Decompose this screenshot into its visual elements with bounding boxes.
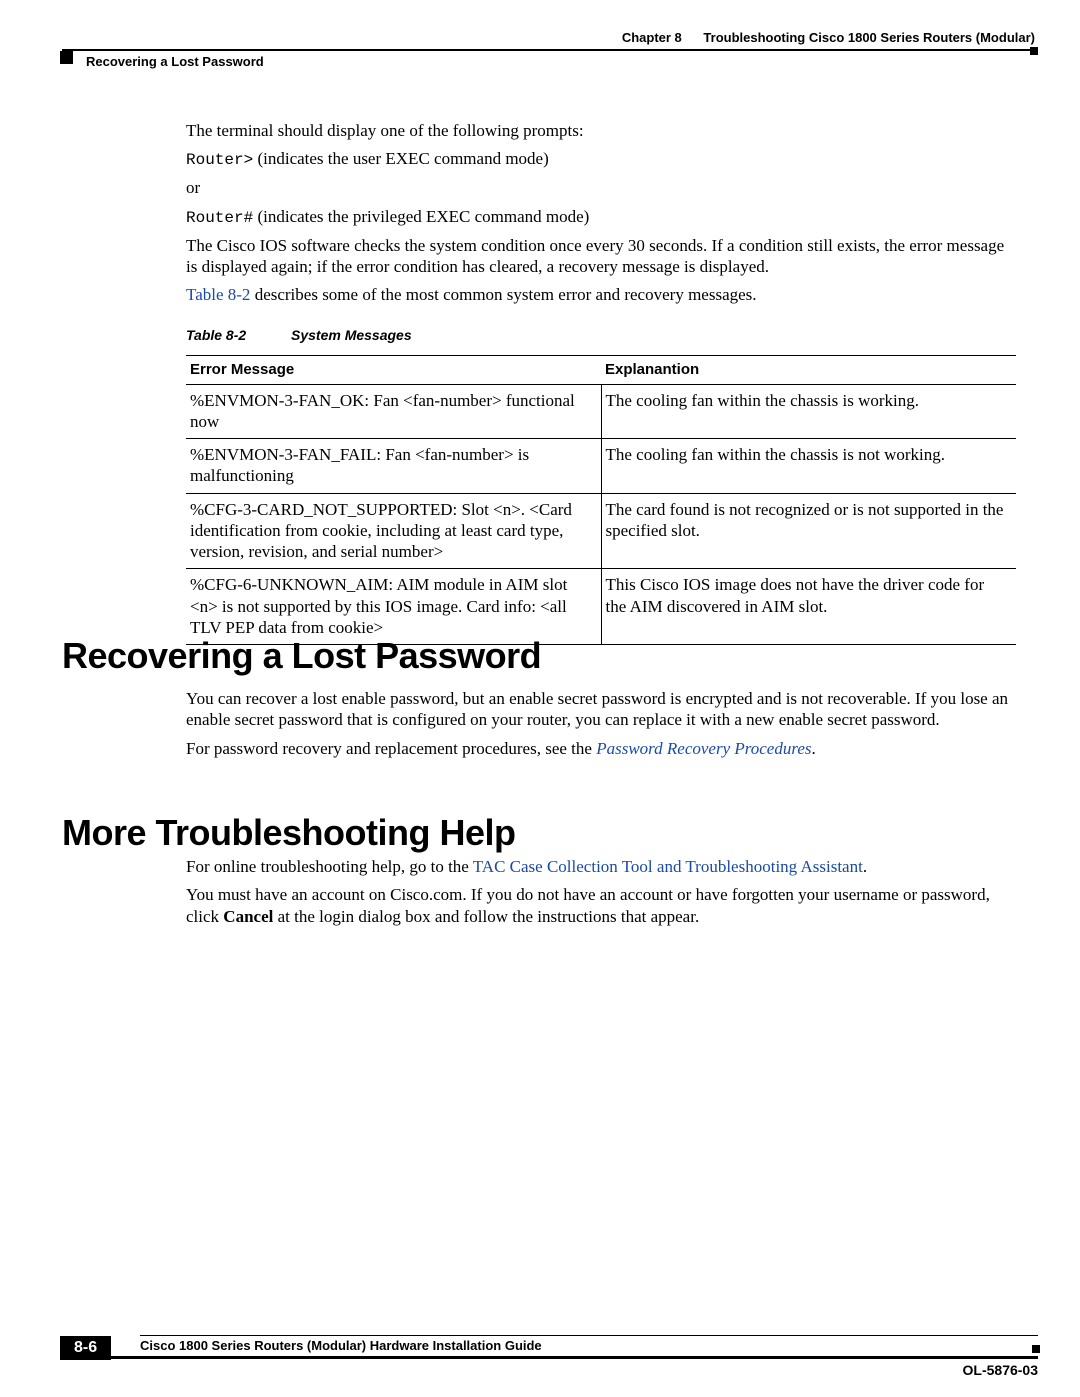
corner-marker-icon	[60, 1352, 68, 1360]
guide-title: Cisco 1800 Series Routers (Modular) Hard…	[140, 1336, 1038, 1356]
paragraph: You must have an account on Cisco.com. I…	[186, 884, 1016, 927]
running-footer: Cisco 1800 Series Routers (Modular) Hard…	[60, 1335, 1038, 1359]
paragraph: For password recovery and replacement pr…	[186, 738, 1016, 759]
code-text: Router>	[186, 151, 253, 169]
tac-tool-link[interactable]: TAC Case Collection Tool and Troubleshoo…	[473, 857, 863, 876]
bold-text: Cancel	[223, 907, 273, 926]
paragraph: Router> (indicates the user EXEC command…	[186, 148, 1016, 170]
code-text: Router#	[186, 209, 253, 227]
system-messages-table: Error Message Explanantion %ENVMON-3-FAN…	[186, 355, 1016, 645]
paragraph: The terminal should display one of the f…	[186, 120, 1016, 141]
document-id: OL-5876-03	[963, 1362, 1038, 1378]
paragraph: Router# (indicates the privileged EXEC c…	[186, 206, 1016, 228]
table-row: %CFG-3-CARD_NOT_SUPPORTED: Slot <n>. <Ca…	[186, 493, 1016, 569]
section-body: You can recover a lost enable password, …	[186, 688, 1016, 766]
section-marker-icon	[60, 51, 73, 64]
corner-marker-icon	[1030, 47, 1038, 55]
table-row: %CFG-6-UNKNOWN_AIM: AIM module in AIM sl…	[186, 569, 1016, 645]
breadcrumb: Recovering a Lost Password	[86, 54, 1035, 69]
paragraph: or	[186, 177, 1016, 198]
table-reference-link[interactable]: Table 8-2	[186, 285, 250, 304]
chapter-label: Chapter 8	[622, 30, 682, 45]
section-body: For online troubleshooting help, go to t…	[186, 856, 1016, 934]
section-heading: Recovering a Lost Password	[62, 635, 541, 677]
table-row: %ENVMON-3-FAN_FAIL: Fan <fan-number> is …	[186, 439, 1016, 494]
section-heading: More Troubleshooting Help	[62, 812, 516, 854]
paragraph: You can recover a lost enable password, …	[186, 688, 1016, 731]
paragraph: The Cisco IOS software checks the system…	[186, 235, 1016, 278]
chapter-title: Troubleshooting Cisco 1800 Series Router…	[703, 30, 1035, 45]
body-text: The terminal should display one of the f…	[186, 120, 1016, 645]
table-caption: Table 8-2System Messages	[186, 327, 1016, 345]
running-header: Chapter 8 Troubleshooting Cisco 1800 Ser…	[0, 30, 1080, 69]
paragraph: Table 8-2 describes some of the most com…	[186, 284, 1016, 305]
paragraph: For online troubleshooting help, go to t…	[186, 856, 1016, 877]
table-row: %ENVMON-3-FAN_OK: Fan <fan-number> funct…	[186, 384, 1016, 439]
table-header: Error Message	[186, 355, 601, 384]
password-recovery-link[interactable]: Password Recovery Procedures	[596, 739, 811, 758]
table-header: Explanantion	[601, 355, 1016, 384]
corner-marker-icon	[1032, 1345, 1040, 1353]
